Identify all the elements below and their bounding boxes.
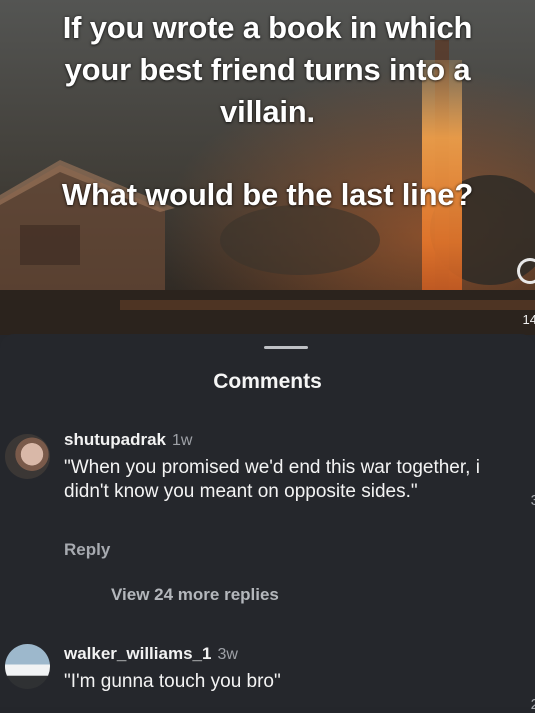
drag-handle[interactable]	[264, 346, 308, 349]
comment-timestamp: 1w	[172, 432, 193, 449]
overlay-question: What would be the last line?	[61, 177, 474, 212]
view-more-replies-button[interactable]: View 24 more replies	[111, 585, 279, 605]
comment-text: "When you promised we'd end this war tog…	[64, 457, 480, 502]
overlay-text-line-2: your best friend turns into a	[64, 52, 471, 87]
comments-sheet: Comments shutupadrak 1w "When you promise…	[0, 334, 535, 713]
comment-timestamp: 3w	[217, 646, 238, 663]
avatar[interactable]	[5, 434, 50, 479]
reply-button[interactable]: Reply	[64, 540, 110, 560]
comment-username[interactable]: shutupadrak	[64, 430, 166, 449]
comment-text: "I'm gunna touch you bro"	[64, 671, 281, 692]
avatar[interactable]	[5, 644, 50, 689]
post-video[interactable]: If you wrote a book in which your best f…	[0, 0, 535, 335]
comment-like-count: 3	[530, 492, 535, 509]
comment-username[interactable]: walker_williams_1	[64, 644, 211, 663]
overlay-text-line-3: villain.	[220, 94, 315, 129]
overlay-text-line-1: If you wrote a book in which	[62, 10, 473, 45]
comments-title: Comments	[213, 370, 322, 393]
comment-like-count: 2	[530, 696, 535, 713]
side-like-count: 14	[522, 312, 535, 327]
comment-username-row: shutupadrak 1w	[64, 430, 192, 450]
comment-username-row: walker_williams_1 3w	[64, 644, 238, 664]
